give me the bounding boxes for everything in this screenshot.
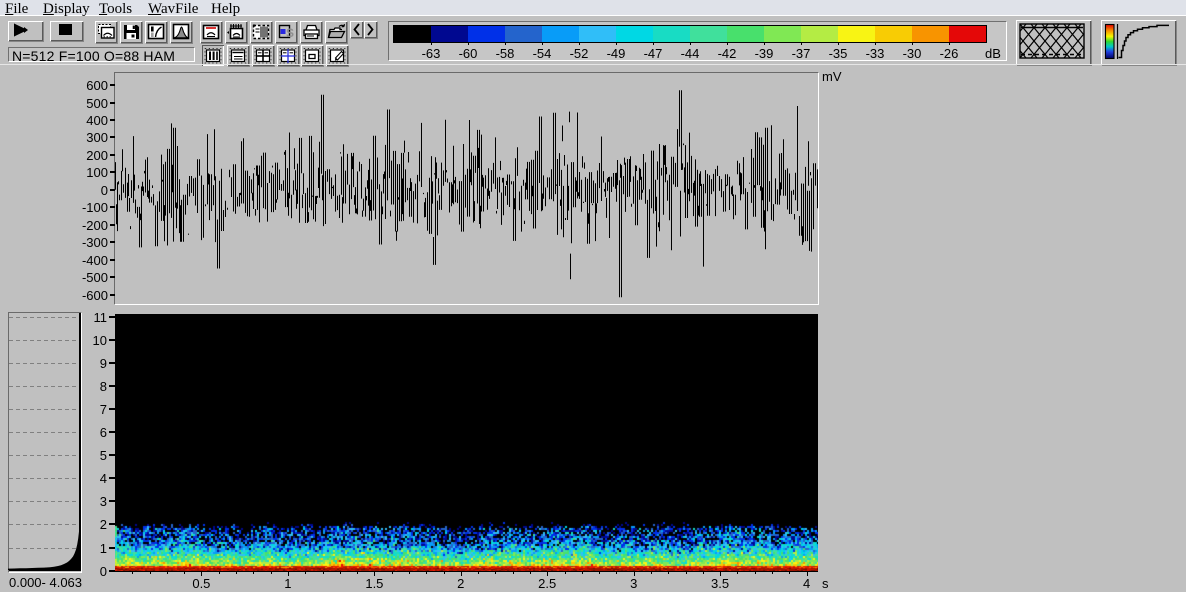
svg-text:S: S: [286, 26, 294, 40]
